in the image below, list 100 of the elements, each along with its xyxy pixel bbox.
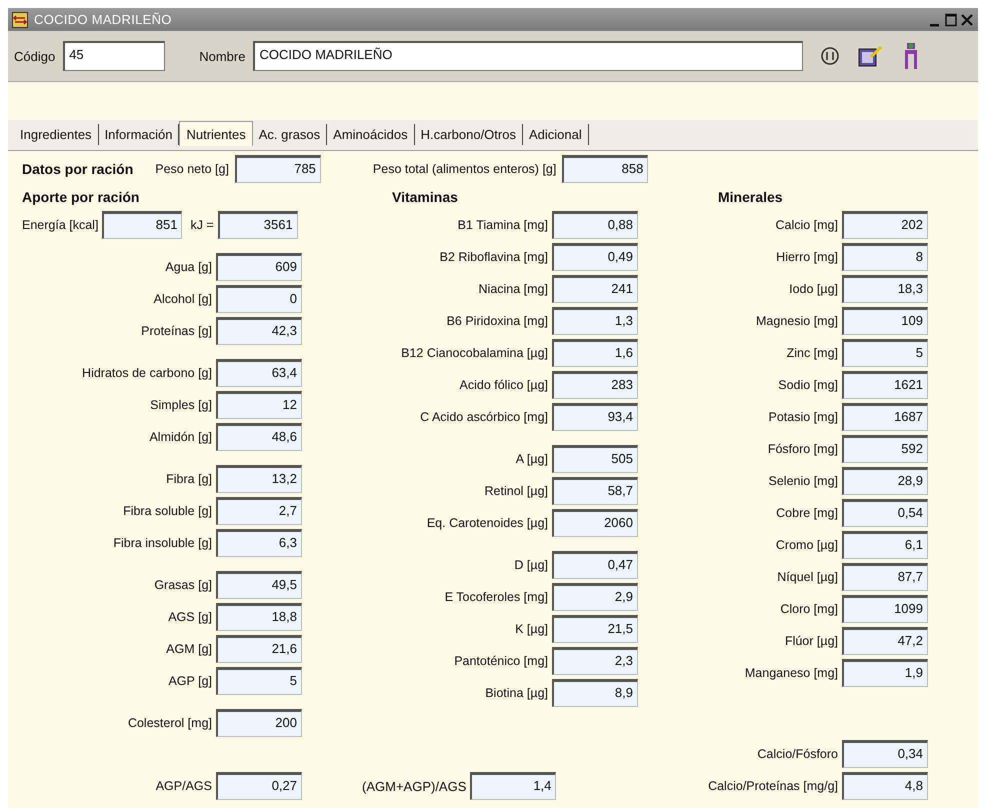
number-field[interactable]: 851 xyxy=(102,211,182,239)
number-field[interactable]: 202 xyxy=(842,211,928,239)
number-field[interactable]: 13,2 xyxy=(216,465,302,493)
number-field[interactable]: 28,9 xyxy=(842,467,928,495)
number-field[interactable]: 12 xyxy=(216,391,302,419)
number-field[interactable]: 283 xyxy=(552,371,638,399)
field-label: Fibra [g] xyxy=(165,472,212,486)
number-field[interactable]: 6,3 xyxy=(216,529,302,557)
number-field[interactable]: 3561 xyxy=(218,211,298,239)
number-field[interactable]: 18,8 xyxy=(216,603,302,631)
tab[interactable]: Ingredientes xyxy=(14,124,99,145)
tab[interactable]: Nutrientes xyxy=(179,121,253,146)
field-label: Fibra insoluble [g] xyxy=(112,536,212,550)
number-field[interactable]: 2,3 xyxy=(552,647,638,675)
number-field[interactable]: 63,4 xyxy=(216,359,302,387)
section-heading: Vitaminas xyxy=(391,189,459,207)
number-field[interactable]: 2060 xyxy=(552,509,638,537)
number-field[interactable]: 47,2 xyxy=(842,627,928,655)
app-icon xyxy=(12,12,28,28)
field-label: C Acido ascórbico [mg] xyxy=(419,410,548,424)
number-field[interactable]: 1,4 xyxy=(470,772,556,800)
field-label: Flúor [µg] xyxy=(784,634,838,648)
field-label: Peso total (alimentos enteros) [g] xyxy=(372,162,556,176)
tab[interactable]: Aminoácidos xyxy=(327,124,415,145)
number-field[interactable]: 0 xyxy=(216,285,302,313)
number-field[interactable]: 8 xyxy=(842,243,928,271)
number-field[interactable]: 1099 xyxy=(842,595,928,623)
number-field[interactable]: 21,6 xyxy=(216,635,302,663)
number-field[interactable]: 4,8 xyxy=(842,772,928,800)
field-label: Zinc [mg] xyxy=(786,346,838,360)
field-label: Almidón [g] xyxy=(148,430,212,444)
field-label: Hidratos de carbono [g] xyxy=(81,366,212,380)
code-label: Código xyxy=(14,48,56,64)
field-label: Fibra soluble [g] xyxy=(122,504,212,518)
field-label: Fósforo [mg] xyxy=(766,442,838,456)
number-field[interactable]: 0,54 xyxy=(842,499,928,527)
tab[interactable]: H.carbono/Otros xyxy=(414,124,523,145)
number-field[interactable]: 785 xyxy=(234,155,321,183)
number-field[interactable]: 1687 xyxy=(842,403,928,431)
field-label: (AGM+AGP)/AGS xyxy=(362,778,466,794)
field-label: B12 Cianocobalamina [µg] xyxy=(400,346,548,360)
number-field[interactable]: 87,7 xyxy=(842,563,928,591)
field-label: Biotina [µg] xyxy=(484,686,548,700)
tab[interactable]: Adicional xyxy=(522,124,589,145)
number-field[interactable]: 49,5 xyxy=(216,571,302,599)
number-field[interactable]: 0,88 xyxy=(552,211,638,239)
field-label: Colesterol [mg] xyxy=(126,716,212,730)
field-label: Alcohol [g] xyxy=(152,292,212,306)
field-label: Niacina [mg] xyxy=(478,282,548,296)
section-heading: Minerales xyxy=(717,189,784,207)
field-label: Grasas [g] xyxy=(153,578,212,592)
number-field[interactable]: 0,27 xyxy=(216,772,302,800)
field-label: Hierro [mg] xyxy=(775,250,838,264)
window-title: COCIDO MADRILEÑO xyxy=(34,12,172,27)
number-field[interactable]: 592 xyxy=(842,435,928,463)
number-field[interactable]: 1621 xyxy=(842,371,928,399)
name-field[interactable]: COCIDO MADRILEÑO xyxy=(253,41,804,71)
number-field[interactable]: 18,3 xyxy=(842,275,928,303)
field-label: Iodo [µg] xyxy=(788,282,838,296)
number-field[interactable]: 505 xyxy=(552,445,638,473)
number-field[interactable]: 2,9 xyxy=(552,583,638,611)
tab[interactable]: Ac. grasos xyxy=(252,124,328,145)
field-label: kJ = xyxy=(190,218,214,232)
number-field[interactable]: 5 xyxy=(216,667,302,695)
field-label: AGS [g] xyxy=(167,610,212,624)
field-label: Calcio/Fósforo xyxy=(756,747,838,761)
field-label: Sodio [mg] xyxy=(777,378,838,392)
number-field[interactable]: 241 xyxy=(552,275,638,303)
number-field[interactable]: 6,1 xyxy=(842,531,928,559)
close-icon[interactable] xyxy=(960,12,974,28)
number-field[interactable]: 609 xyxy=(216,253,302,281)
field-label: AGP/AGS xyxy=(154,779,212,793)
number-field[interactable]: 0,34 xyxy=(842,740,928,768)
field-label: Manganeso [mg] xyxy=(744,666,838,680)
number-field[interactable]: 2,7 xyxy=(216,497,302,525)
field-label: Energía [kcal] xyxy=(22,218,98,232)
number-field[interactable]: 1,9 xyxy=(842,659,928,687)
number-field[interactable]: 200 xyxy=(216,709,302,737)
number-field[interactable]: 0,49 xyxy=(552,243,638,271)
name-label: Nombre xyxy=(199,48,246,64)
number-field[interactable]: 1,6 xyxy=(552,339,638,367)
number-field[interactable]: 42,3 xyxy=(216,317,302,345)
number-field[interactable]: 21,5 xyxy=(552,615,638,643)
number-field[interactable]: 1,3 xyxy=(552,307,638,335)
edit-icon[interactable] xyxy=(857,43,884,69)
number-field[interactable]: 8,9 xyxy=(552,679,638,707)
number-field[interactable]: 93,4 xyxy=(552,403,638,431)
field-label: B6 Piridoxina [mg] xyxy=(446,314,548,328)
section-heading: Datos por ración xyxy=(22,161,134,177)
number-field[interactable]: 0,47 xyxy=(552,551,638,579)
maximize-icon[interactable] xyxy=(944,12,958,28)
field-label: D [µg] xyxy=(513,558,548,572)
number-field[interactable]: 5 xyxy=(842,339,928,367)
number-field[interactable]: 58,7 xyxy=(552,477,638,505)
number-field[interactable]: 858 xyxy=(562,155,648,183)
field-label: Simples [g] xyxy=(149,398,212,412)
field-label: Calcio/Proteínas [mg/g] xyxy=(707,779,838,793)
code-field[interactable]: 45 xyxy=(63,41,166,71)
number-field[interactable]: 48,6 xyxy=(216,423,302,451)
number-field[interactable]: 109 xyxy=(842,307,928,335)
